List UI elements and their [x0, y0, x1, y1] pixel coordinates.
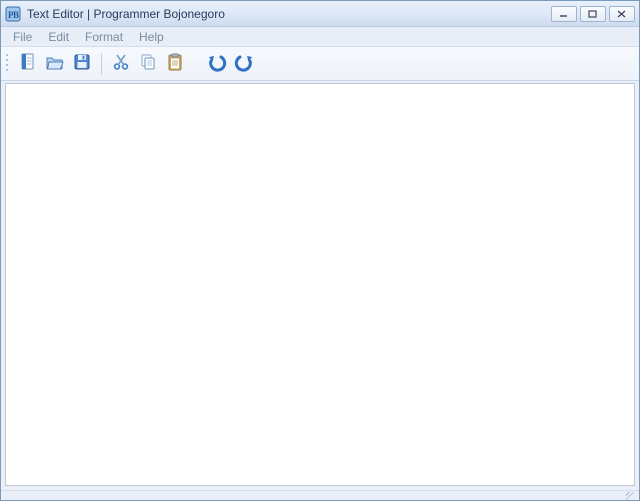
toolbar	[1, 47, 639, 81]
window-title: Text Editor | Programmer Bojonegoro	[27, 7, 551, 21]
redo-button[interactable]	[231, 51, 257, 77]
svg-text:B: B	[13, 10, 19, 20]
paste-clipboard-icon	[165, 52, 185, 75]
toolbar-grip	[5, 52, 10, 76]
text-editor[interactable]	[5, 83, 635, 486]
save-disk-icon	[72, 52, 92, 75]
minimize-button[interactable]	[551, 6, 577, 22]
copy-pages-icon	[138, 52, 158, 75]
maximize-button[interactable]	[580, 6, 606, 22]
open-button[interactable]	[42, 51, 68, 77]
app-icon: P B	[5, 6, 21, 22]
window-controls	[551, 6, 635, 22]
new-button[interactable]	[15, 51, 41, 77]
menu-format[interactable]: Format	[77, 28, 131, 46]
copy-button[interactable]	[135, 51, 161, 77]
app-window: P B Text Editor | Programmer Bojonegoro …	[0, 0, 640, 501]
close-button[interactable]	[609, 6, 635, 22]
redo-arrow-icon	[233, 52, 255, 75]
undo-button[interactable]	[204, 51, 230, 77]
statusbar	[1, 490, 639, 500]
editor-area	[1, 81, 639, 490]
new-file-icon	[18, 52, 38, 75]
menu-edit[interactable]: Edit	[40, 28, 77, 46]
cut-button[interactable]	[108, 51, 134, 77]
cut-scissors-icon	[111, 52, 131, 75]
titlebar: P B Text Editor | Programmer Bojonegoro	[1, 1, 639, 27]
menubar: File Edit Format Help	[1, 27, 639, 47]
menu-help[interactable]: Help	[131, 28, 172, 46]
menu-file[interactable]: File	[5, 28, 40, 46]
paste-button[interactable]	[162, 51, 188, 77]
open-folder-icon	[45, 52, 65, 75]
resize-grip-icon[interactable]	[626, 492, 636, 500]
toolbar-separator	[101, 53, 102, 75]
undo-arrow-icon	[206, 52, 228, 75]
save-button[interactable]	[69, 51, 95, 77]
